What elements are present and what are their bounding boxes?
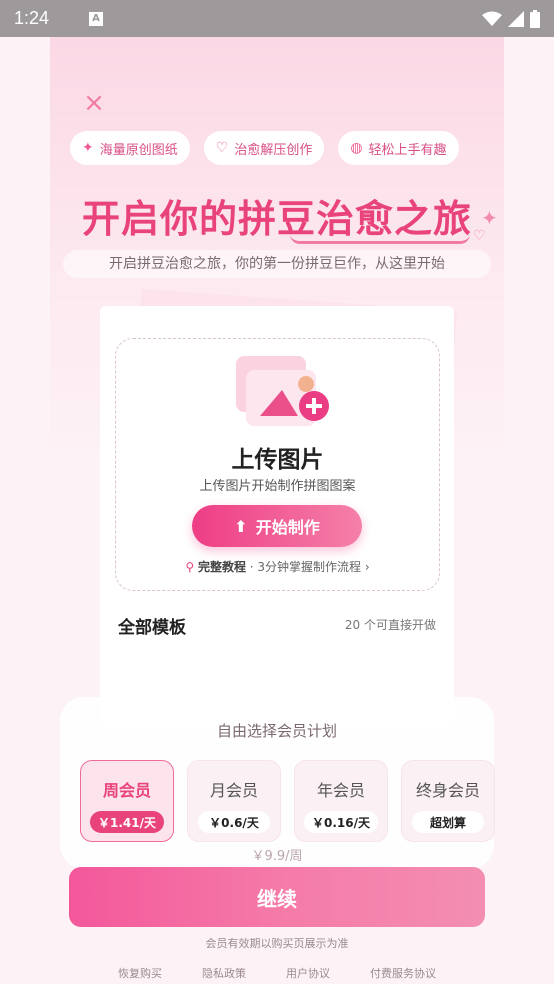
palette-icon: ◍ xyxy=(350,140,363,156)
paid-service-agreement-link[interactable]: 付费服务协议 xyxy=(370,965,436,981)
start-button-label: 开始制作 xyxy=(255,518,320,537)
image-upload-icon xyxy=(236,356,329,426)
tutorial-bold: 完整教程 xyxy=(197,560,246,574)
feature-pill: ♡ 治愈解压创作 xyxy=(203,131,325,165)
privacy-policy-link[interactable]: 隐私政策 xyxy=(202,965,246,981)
tutorial-link[interactable]: ⚲ 完整教程 · 3分钟掌握制作流程 › xyxy=(115,558,440,575)
validity-note: 会员有效期以购买页展示为准 xyxy=(205,937,349,950)
heart-icon: ♡ xyxy=(215,140,229,156)
notification-a-icon: A xyxy=(89,11,104,26)
close-button[interactable]: × xyxy=(82,90,106,116)
plan-price: ￥0.6/天 xyxy=(198,811,270,833)
sparkle-icon: ✦ xyxy=(82,140,94,156)
status-bar: 1:24 A xyxy=(0,0,554,37)
user-agreement-link[interactable]: 用户协议 xyxy=(286,965,330,981)
status-time: 1:24 xyxy=(14,8,50,28)
battery-icon xyxy=(530,9,540,28)
continue-button[interactable]: 继续 xyxy=(69,867,485,927)
plan-weekly[interactable]: 周会员 ￥1.41/天 xyxy=(80,760,174,842)
sparkle-icon: ✦ xyxy=(481,206,498,230)
plan-lifetime[interactable]: 终身会员 超划算 xyxy=(401,760,495,842)
plan-name: 年会员 xyxy=(316,781,365,800)
wifi-icon xyxy=(482,11,502,26)
plan-name: 月会员 xyxy=(209,781,258,800)
feature-label: 海量原创图纸 xyxy=(99,142,178,158)
tutorial-text: · 3分钟掌握制作流程 xyxy=(249,560,362,574)
templates-title: 全部模板 xyxy=(118,618,186,638)
feature-pill: ◍ 轻松上手有趣 xyxy=(338,131,459,165)
pin-icon: ⚲ xyxy=(185,560,195,574)
plan-yearly[interactable]: 年会员 ￥0.16/天 xyxy=(294,760,388,842)
heart-icon: ♡ xyxy=(473,228,486,244)
plan-price: 超划算 xyxy=(412,811,484,833)
status-icons xyxy=(482,9,540,28)
plan-price: ￥0.16/天 xyxy=(304,811,378,833)
upload-icon: ⬆ xyxy=(234,516,248,536)
membership-title: 自由选择会员计划 xyxy=(216,722,337,740)
upload-description: 上传图片开始制作拼图图案 xyxy=(199,479,356,494)
feature-label: 轻松上手有趣 xyxy=(368,142,447,158)
restore-purchase-link[interactable]: 恢复购买 xyxy=(118,965,162,981)
plan-price-note: ￥9.9/周 xyxy=(251,849,303,864)
feature-pill: ✦ 海量原创图纸 xyxy=(70,131,190,165)
upload-title: 上传图片 xyxy=(231,447,324,473)
feature-label: 治愈解压创作 xyxy=(234,142,313,158)
plan-list: 周会员 ￥1.41/天 月会员 ￥0.6/天 年会员 ￥0.16/天 终身会员 … xyxy=(80,760,495,842)
headline-underline xyxy=(290,234,470,244)
plan-name: 终身会员 xyxy=(415,781,480,800)
footer-links: 恢复购买 隐私政策 用户协议 付费服务协议 xyxy=(0,965,554,981)
plan-price: ￥1.41/天 xyxy=(90,811,164,833)
plan-monthly[interactable]: 月会员 ￥0.6/天 xyxy=(187,760,281,842)
templates-count: 20 个可直接开做 xyxy=(344,618,436,632)
subtitle: 开启拼豆治愈之旅，你的第一份拼豆巨作，从这里开始 xyxy=(63,250,491,278)
signal-icon xyxy=(508,10,524,27)
headline: 开启你的拼豆治愈之旅 xyxy=(0,188,554,244)
plan-name: 周会员 xyxy=(102,781,151,800)
start-making-button[interactable]: ⬆ 开始制作 xyxy=(192,505,362,547)
chevron-right-icon: › xyxy=(364,560,370,574)
feature-pills: ✦ 海量原创图纸 ♡ 治愈解压创作 ◍ 轻松上手有趣 xyxy=(70,131,459,165)
